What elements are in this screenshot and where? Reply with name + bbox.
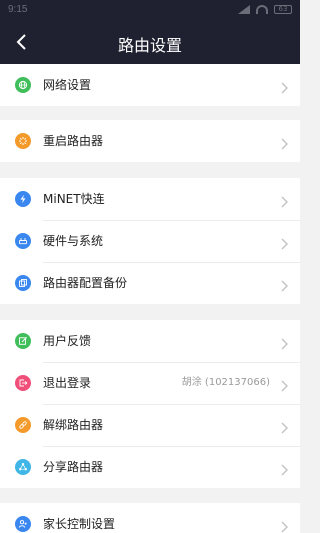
restart-router-item[interactable]: 重启路由器 (0, 120, 300, 162)
chevron-right-icon (280, 377, 288, 392)
status-icons: 63 (238, 5, 292, 14)
chevron-right-icon (280, 461, 288, 476)
chevron-right-icon (280, 419, 288, 434)
share-icon (15, 459, 31, 475)
account-name: 胡涂 (102137066) (181, 377, 270, 388)
settings-group-network: 网络设置 (0, 64, 300, 106)
config-backup-label: 路由器配置备份 (43, 276, 128, 290)
chevron-right-icon (280, 235, 288, 250)
chevron-right-icon (280, 335, 288, 350)
router-icon (15, 233, 31, 249)
settings-group-parental: 家长控制设置 (0, 503, 300, 533)
settings-group-system: MiNET快连 硬件与系统 路由器配置备份 (0, 178, 300, 304)
backup-icon (15, 275, 31, 291)
restart-icon (15, 133, 31, 149)
signal-icon (238, 5, 250, 14)
lightning-icon (15, 191, 31, 207)
status-time: 9:15 (8, 4, 28, 15)
logout-icon (15, 375, 31, 391)
globe-icon (15, 77, 31, 93)
settings-group-restart: 重启路由器 (0, 120, 300, 162)
wifi-icon (256, 5, 268, 14)
parental-control-label: 家长控制设置 (43, 517, 116, 531)
user-feedback-item[interactable]: 用户反馈 (0, 320, 300, 362)
share-router-item[interactable]: 分享路由器 (0, 446, 300, 488)
nav-bar: 路由设置 (0, 20, 300, 64)
battery-icon: 63 (274, 5, 292, 14)
unbind-router-item[interactable]: 解绑路由器 (0, 404, 300, 446)
chevron-right-icon (280, 193, 288, 208)
page-title: 路由设置 (117, 36, 182, 55)
config-backup-item[interactable]: 路由器配置备份 (0, 262, 300, 304)
logout-label: 退出登录 (43, 376, 92, 390)
hardware-system-item[interactable]: 硬件与系统 (0, 220, 300, 262)
edit-icon (15, 333, 31, 349)
chevron-right-icon (280, 277, 288, 292)
chevron-right-icon (280, 518, 288, 533)
status-bar: 9:15 63 (0, 0, 300, 20)
minet-quick-connect-label: MiNET快连 (43, 192, 105, 206)
chevron-right-icon (280, 135, 288, 150)
user-feedback-label: 用户反馈 (43, 334, 92, 348)
logout-item[interactable]: 退出登录 胡涂 (102137066) (0, 362, 300, 404)
network-settings-label: 网络设置 (43, 78, 92, 92)
restart-router-label: 重启路由器 (43, 134, 104, 148)
parental-control-icon (15, 516, 31, 532)
parental-control-item[interactable]: 家长控制设置 (0, 503, 300, 533)
hardware-system-label: 硬件与系统 (43, 234, 104, 248)
minet-quick-connect-item[interactable]: MiNET快连 (0, 178, 300, 220)
network-settings-item[interactable]: 网络设置 (0, 64, 300, 106)
settings-group-account: 用户反馈 退出登录 胡涂 (102137066) 解绑路由器 分享路由器 (0, 320, 300, 488)
unbind-icon (15, 417, 31, 433)
chevron-right-icon (280, 79, 288, 94)
share-router-label: 分享路由器 (43, 460, 104, 474)
unbind-router-label: 解绑路由器 (43, 418, 104, 432)
